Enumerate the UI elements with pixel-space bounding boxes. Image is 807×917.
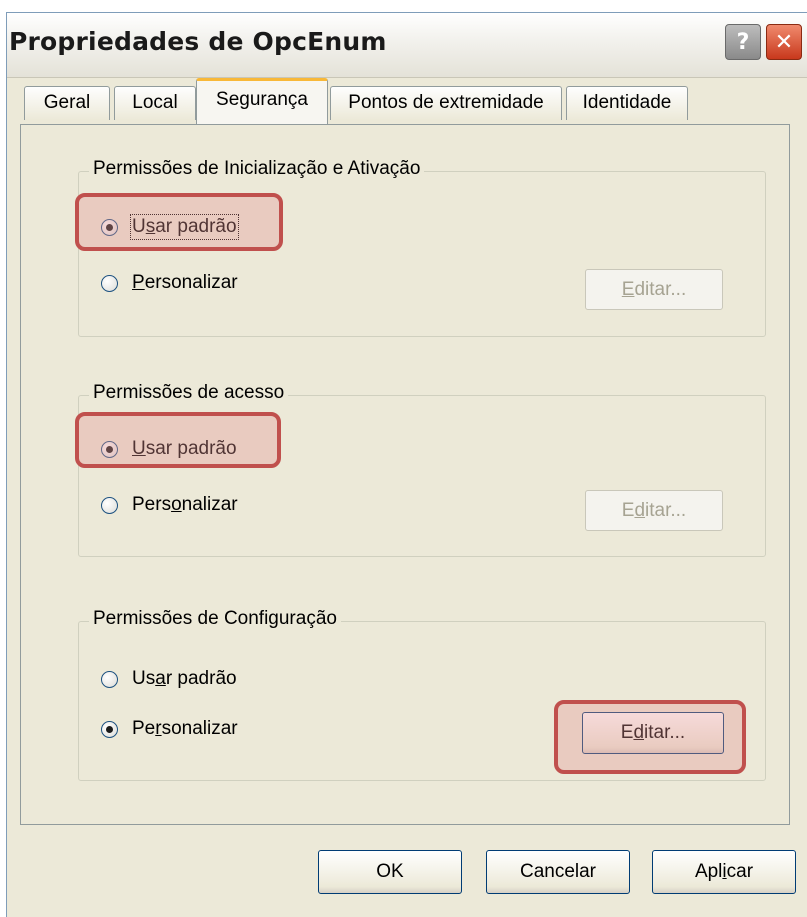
radio-label: Personalizar [132,718,238,739]
ok-button[interactable]: OK [318,850,462,894]
tab-label: Segurança [216,89,308,110]
radio-unchecked-icon [101,496,118,514]
edit-launch-button[interactable]: Editar... [585,269,723,310]
cancel-button[interactable]: Cancelar [486,850,630,894]
tab-seguranca[interactable]: Segurança [196,78,328,124]
radio-config-custom[interactable]: Personalizar [101,714,238,744]
tab-identidade[interactable]: Identidade [566,86,688,120]
radio-config-default[interactable]: Usar padrão [101,664,237,694]
radio-unchecked-icon [101,670,118,688]
radio-label: Personalizar [132,272,238,293]
highlight-annotation [554,700,746,774]
tab-geral[interactable]: Geral [24,86,110,120]
radio-label: Usar padrão [132,668,237,689]
radio-launch-custom[interactable]: Personalizar [101,268,238,298]
radio-access-custom[interactable]: Personalizar [101,490,238,520]
title-bar[interactable]: Propriedades de OpcEnum ? ✕ [7,13,807,78]
radio-checked-icon [101,720,118,738]
apply-button[interactable]: Apl i car [652,850,796,894]
help-icon: ? [736,29,750,55]
highlight-annotation [75,193,283,251]
radio-unchecked-icon [101,274,118,292]
close-icon: ✕ [774,29,794,55]
highlight-annotation [75,412,281,468]
window-title: Propriedades de OpcEnum [9,27,387,56]
help-button[interactable]: ? [725,24,761,60]
tab-label: Identidade [582,92,672,113]
tab-label: Geral [43,92,91,113]
group-title: Permissões de Configuração [89,608,341,630]
close-button[interactable]: ✕ [766,24,802,60]
tab-pontos-de-extremidade[interactable]: Pontos de extremidade [330,86,562,120]
group-title: Permissões de Inicialização e Ativação [89,158,425,180]
tab-label: Local [132,92,178,113]
radio-label: Personalizar [132,494,238,515]
edit-access-button[interactable]: Ed itar... [585,490,723,531]
group-title: Permissões de acesso [89,382,289,404]
tab-local[interactable]: Local [114,86,196,120]
tab-label: Pontos de extremidade [348,92,544,113]
